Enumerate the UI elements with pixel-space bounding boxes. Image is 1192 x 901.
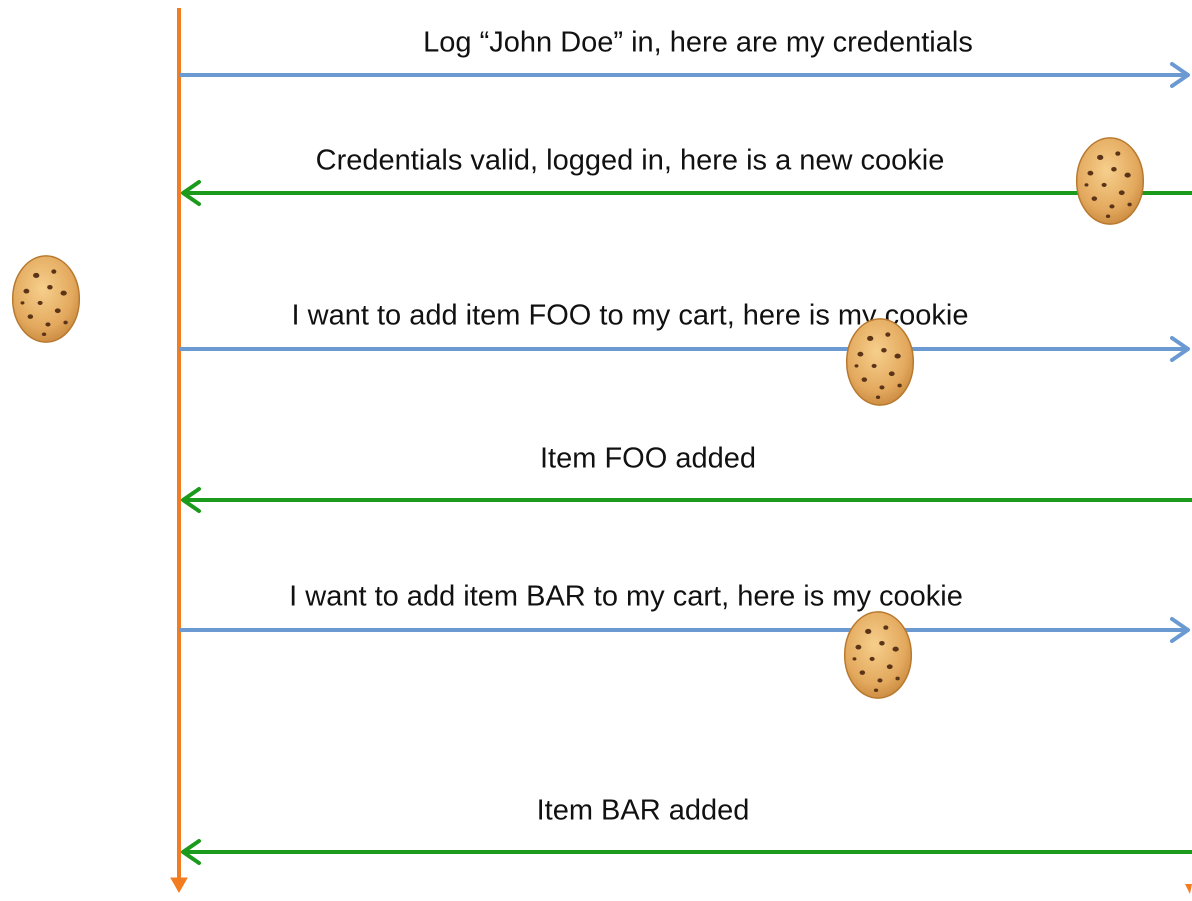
cookie-icon	[843, 611, 913, 699]
message-4: Item FOO added	[181, 443, 1192, 513]
server-lifeline-tip	[1185, 884, 1192, 894]
sequence-diagram: Log “John Doe” in, here are my credentia…	[11, 8, 1192, 894]
message-list: Log “John Doe” in, here are my credentia…	[179, 27, 1192, 865]
message-label: Item BAR added	[537, 795, 750, 827]
message-3: I want to add item FOO to my cart, here …	[179, 300, 1190, 406]
cookie-icon	[1075, 137, 1145, 225]
message-label: I want to add item BAR to my cart, here …	[289, 581, 963, 613]
client-cookie-icon	[11, 255, 81, 343]
message-label: Item FOO added	[540, 443, 756, 475]
message-6: Item BAR added	[181, 795, 1192, 865]
message-label: Log “John Doe” in, here are my credentia…	[423, 27, 973, 59]
client-lifeline	[170, 8, 188, 894]
message-label: Credentials valid, logged in, here is a …	[316, 145, 945, 177]
message-1: Log “John Doe” in, here are my credentia…	[179, 27, 1190, 88]
message-2: Credentials valid, logged in, here is a …	[181, 137, 1192, 225]
message-5: I want to add item BAR to my cart, here …	[179, 581, 1190, 699]
cookie-icon	[845, 318, 915, 406]
